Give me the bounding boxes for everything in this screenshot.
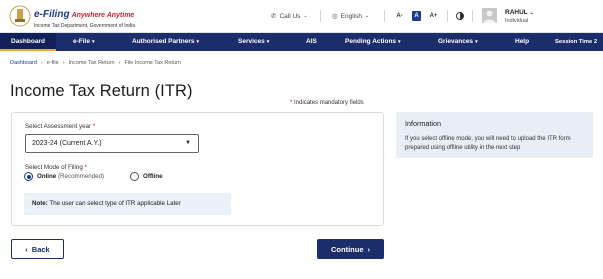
filing-mode-label: Select Mode of Filing * bbox=[25, 164, 87, 171]
assessment-year-label: Select Assessment year * bbox=[25, 123, 95, 130]
brand[interactable]: e-Filing Anywhere Anytime Income Tax Depa… bbox=[34, 4, 135, 29]
caret-down-icon: ▾ bbox=[91, 39, 95, 45]
chevron-down-icon: ⌄ bbox=[303, 13, 308, 19]
nav-label: Pending Actions bbox=[345, 38, 397, 45]
nav-label: AIS bbox=[306, 38, 317, 45]
nav-grievances[interactable]: Grievances ▾ bbox=[438, 33, 478, 51]
assessment-year-label-text: Select Assessment year bbox=[25, 123, 92, 130]
back-label: Back bbox=[31, 244, 50, 254]
continue-button[interactable]: Continue › bbox=[317, 239, 384, 259]
caret-down-icon: ▾ bbox=[398, 39, 401, 45]
divider bbox=[472, 10, 473, 22]
font-decrease-button[interactable]: A- bbox=[395, 11, 404, 21]
breadcrumb: Dashboard › e-file › Income Tax Return ›… bbox=[10, 60, 181, 66]
nav-pending-actions[interactable]: Pending Actions ▾ bbox=[345, 33, 401, 51]
language-menu[interactable]: ◎ English ⌄ bbox=[332, 12, 370, 21]
online-radio[interactable] bbox=[24, 172, 33, 181]
divider bbox=[447, 10, 448, 22]
caret-down-icon: ▼ bbox=[185, 140, 191, 146]
brand-subtitle: Income Tax Department, Government of Ind… bbox=[34, 23, 136, 29]
phone-icon: ✆ bbox=[271, 13, 277, 20]
continue-label: Continue bbox=[331, 244, 364, 254]
breadcrumb-file-income-tax-return: File Income Tax Return bbox=[124, 60, 181, 66]
offline-label: Offline bbox=[143, 173, 163, 180]
note-box: Note: The user can select type of ITR ap… bbox=[24, 193, 231, 215]
call-us-label: Call Us bbox=[279, 12, 301, 20]
required-mark: * bbox=[92, 123, 96, 130]
nav-ais[interactable]: AIS bbox=[306, 33, 317, 51]
nav-services[interactable]: Services ▾ bbox=[238, 33, 269, 51]
required-mark: * bbox=[84, 164, 87, 171]
nav-help[interactable]: Help bbox=[515, 33, 529, 51]
mandatory-text: Indicates mandatory fields bbox=[294, 100, 364, 106]
online-label: Online bbox=[37, 173, 57, 180]
nav-label: Grievances bbox=[438, 38, 474, 45]
user-name[interactable]: RAHUL ⌄ bbox=[505, 9, 534, 16]
caret-down-icon: ▾ bbox=[475, 39, 478, 45]
divider bbox=[384, 10, 385, 22]
user-name-label: RAHUL bbox=[505, 9, 528, 16]
font-normal-button[interactable]: A bbox=[412, 11, 421, 21]
nav-dashboard[interactable]: Dashboard bbox=[0, 33, 56, 51]
assessment-year-value: 2023-24 (Current A.Y.) bbox=[32, 140, 102, 147]
information-panel: Information If you select offline mode, … bbox=[396, 112, 593, 158]
chevron-right-icon: › bbox=[367, 244, 371, 254]
note-label: Note: bbox=[32, 200, 48, 207]
chevron-right-icon: › bbox=[40, 60, 43, 66]
offline-option-label[interactable]: Offline bbox=[143, 173, 163, 180]
caret-down-icon: ▾ bbox=[196, 39, 200, 45]
emblem-logo-icon[interactable] bbox=[9, 5, 31, 27]
breadcrumb-income-tax-return[interactable]: Income Tax Return bbox=[69, 60, 115, 66]
filing-mode-label-text: Select Mode of Filing bbox=[25, 164, 83, 171]
chevron-down-icon: ⌄ bbox=[529, 10, 534, 16]
nav-label: e-File bbox=[73, 38, 90, 45]
chevron-right-icon: › bbox=[62, 60, 65, 66]
offline-radio[interactable] bbox=[130, 172, 139, 181]
contrast-icon[interactable] bbox=[456, 12, 464, 20]
user-role: Individual bbox=[505, 18, 529, 24]
breadcrumb-e-file[interactable]: e-file bbox=[47, 60, 59, 66]
top-header: e-Filing Anywhere Anytime Income Tax Depa… bbox=[0, 0, 603, 33]
nav-label: Help bbox=[515, 38, 530, 45]
globe-icon: ◎ bbox=[332, 13, 338, 20]
font-increase-button[interactable]: A+ bbox=[429, 11, 438, 21]
nav-e-file[interactable]: e-File ▾ bbox=[73, 33, 95, 51]
nav-label: Services bbox=[238, 38, 265, 45]
back-button[interactable]: ‹ Back bbox=[11, 239, 64, 259]
online-option-label[interactable]: Online (Recommended) bbox=[37, 173, 104, 180]
chevron-left-icon: ‹ bbox=[25, 244, 28, 254]
note-text: Note: The user can select type of ITR ap… bbox=[32, 200, 181, 207]
mandatory-note: * Indicates mandatory fields bbox=[290, 100, 364, 106]
main-nav: Dashboard e-File ▾ Authorised Partners ▾ S… bbox=[0, 33, 603, 51]
chevron-right-icon: › bbox=[118, 60, 121, 66]
user-icon bbox=[483, 10, 496, 23]
divider bbox=[320, 10, 321, 22]
brand-tagline: Anywhere Anytime bbox=[71, 12, 135, 19]
online-hint: (Recommended) bbox=[58, 173, 105, 180]
information-body: If you select offline mode, you will nee… bbox=[405, 136, 571, 151]
caret-down-icon: ▾ bbox=[266, 39, 270, 45]
note-body: The user can select type of ITR applicab… bbox=[49, 200, 181, 207]
call-us-menu[interactable]: ✆ Call Us ⌄ bbox=[271, 12, 308, 21]
nav-label: Dashboard bbox=[11, 38, 45, 45]
breadcrumb-dashboard[interactable]: Dashboard bbox=[10, 60, 37, 66]
page-title: Income Tax Return (ITR) bbox=[10, 82, 193, 100]
assessment-year-select[interactable]: 2023-24 (Current A.Y.) ▼ bbox=[25, 134, 199, 153]
language-label: English bbox=[340, 12, 362, 20]
session-timer: Session Time 2 bbox=[555, 39, 598, 45]
nav-label: Authorised Partners bbox=[132, 38, 195, 45]
itr-form-card: Select Assessment year * 2023-24 (Curren… bbox=[11, 112, 384, 226]
brand-name: e-Filing bbox=[34, 9, 70, 20]
chevron-down-icon: ⌄ bbox=[365, 13, 370, 19]
avatar[interactable] bbox=[482, 8, 497, 23]
information-title: Information bbox=[405, 119, 441, 128]
nav-authorised-partners[interactable]: Authorised Partners ▾ bbox=[132, 33, 199, 51]
required-mark: * bbox=[290, 100, 293, 106]
